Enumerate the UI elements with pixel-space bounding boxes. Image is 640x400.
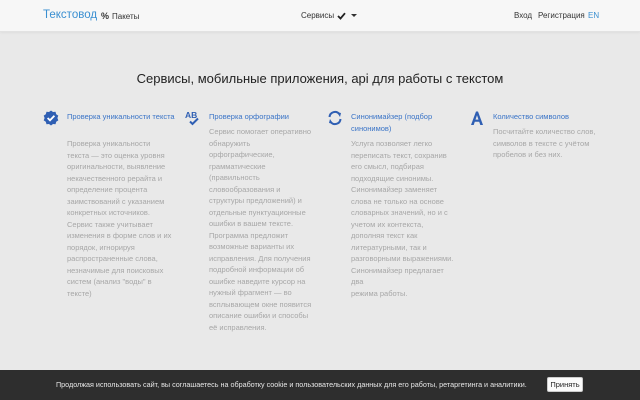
svg-text:AB: AB [185, 110, 197, 120]
check-badge-icon [43, 110, 59, 126]
cookie-notice-text: Продолжая использовать сайт, вы соглашае… [56, 380, 527, 389]
feature-description: Посчитайте количество слов, символов в те… [493, 127, 596, 159]
nav-login[interactable]: Вход [514, 11, 532, 20]
feature-description: Проверка уникальности текста — это оценка… [67, 139, 172, 298]
nav-register[interactable]: Регистрация [538, 11, 585, 20]
chevron-down-icon [351, 14, 358, 17]
percent-icon: % [101, 11, 110, 21]
page-title: Сервисы, мобильные приложения, api для р… [136, 71, 504, 86]
feature-description: Услуга позволяет легко переписать текст, … [351, 139, 454, 298]
font-icon [471, 111, 483, 125]
refresh-icon [328, 110, 342, 126]
feature-title-link[interactable]: Синонимайзер (подбор синонимов) [351, 111, 461, 135]
cookie-consent-bar: Продолжая использовать сайт, вы соглашае… [0, 370, 640, 400]
check-icon [337, 12, 346, 20]
feature-title-link[interactable]: Количество символов [493, 111, 603, 123]
nav-packages-label: Пакеты [112, 11, 140, 21]
nav-packages[interactable]: % Пакеты [101, 11, 139, 21]
nav-language-switch[interactable]: EN [588, 11, 599, 20]
nav-services-dropdown[interactable]: Сервисы [301, 11, 358, 20]
brand-logo[interactable]: Текстовод [43, 9, 97, 21]
top-navbar: Текстовод % Пакеты Сервисы Вход Регистра… [0, 0, 640, 32]
accept-cookies-button[interactable]: Принять [547, 377, 583, 392]
spellcheck-icon: AB [185, 110, 199, 126]
nav-services-label: Сервисы [301, 11, 335, 20]
feature-description: Сервис помогает оперативно обнаружить орф… [209, 127, 312, 332]
feature-title-link[interactable]: Проверка орфографии [209, 111, 319, 123]
feature-title-link[interactable]: Проверка уникальности текста [67, 111, 177, 123]
